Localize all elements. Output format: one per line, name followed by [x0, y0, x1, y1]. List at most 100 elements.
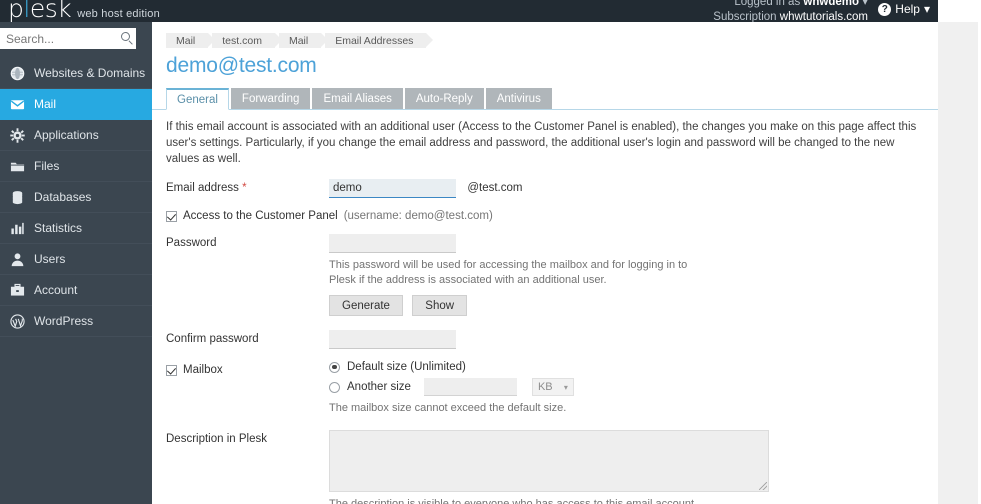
access-panel-row[interactable]: Access to the Customer Panel (username: … — [166, 210, 938, 222]
email-address-field-group: @test.com — [329, 179, 938, 198]
description-field-group: The description is visible to everyone w… — [329, 430, 938, 504]
breadcrumb: Mail test.com Mail Email Addresses — [152, 22, 938, 48]
tab-general[interactable]: General — [166, 88, 229, 110]
description-textarea[interactable] — [329, 430, 769, 492]
info-text: If this email account is associated with… — [152, 110, 938, 167]
password-buttons: Generate Show — [329, 295, 938, 316]
description-label: Description in Plesk — [166, 430, 329, 445]
sidebar-item-label: WordPress — [34, 314, 93, 328]
search-icon — [121, 32, 130, 41]
gear-icon — [10, 128, 25, 143]
email-address-label: Email address * — [166, 179, 329, 194]
tab-auto-reply[interactable]: Auto-Reply — [405, 88, 484, 109]
confirm-password-input[interactable] — [329, 330, 456, 349]
sidebar-item-label: Files — [34, 159, 59, 173]
help-label: Help — [895, 2, 920, 16]
help-icon: ? — [878, 3, 891, 16]
tab-antivirus[interactable]: Antivirus — [486, 88, 552, 109]
tab-email-aliases[interactable]: Email Aliases — [312, 88, 402, 109]
mailbox-label: Mailbox — [183, 364, 223, 376]
password-field-group: This password will be used for accessing… — [329, 234, 938, 316]
confirm-password-field-group — [329, 330, 938, 349]
logo-subtitle: web host edition — [77, 8, 160, 20]
sidebar-item-users[interactable]: Users — [0, 244, 152, 275]
mailbox-row: Mailbox Default size (Unlimited) Another… — [166, 361, 938, 416]
logo-text: plesk — [8, 0, 71, 23]
mailbox-checkbox[interactable] — [166, 365, 177, 376]
access-panel-checkbox[interactable] — [166, 211, 177, 222]
wordpress-icon — [10, 314, 25, 329]
sidebar-item-label: Mail — [34, 97, 56, 111]
sidebar-item-statistics[interactable]: Statistics — [0, 213, 152, 244]
description-row: Description in Plesk The description is … — [166, 430, 938, 504]
another-size-label: Another size — [347, 381, 411, 393]
sidebar-item-label: Websites & Domains — [34, 66, 145, 80]
confirm-password-label: Confirm password — [166, 330, 329, 345]
mailbox-hint: The mailbox size cannot exceed the defau… — [329, 401, 709, 416]
breadcrumb-item-domain[interactable]: test.com — [212, 33, 275, 48]
breadcrumb-item-mail[interactable]: Mail — [166, 33, 208, 48]
size-unit-value: KB — [538, 381, 553, 393]
access-panel-username: (username: demo@test.com) — [344, 210, 493, 222]
default-size-radio[interactable] — [329, 362, 340, 373]
briefcase-icon — [10, 283, 25, 298]
right-gutter — [938, 22, 978, 504]
sidebar: Websites & Domains Mail Applications Fil… — [0, 22, 152, 504]
breadcrumb-item-email-addresses[interactable]: Email Addresses — [325, 33, 426, 48]
email-settings-form: Email address * @test.com Access to the … — [152, 167, 938, 504]
password-row: Password This password will be used for … — [166, 234, 938, 316]
sidebar-item-websites-domains[interactable]: Websites & Domains — [0, 58, 152, 89]
tab-bar: General Forwarding Email Aliases Auto-Re… — [152, 88, 938, 110]
database-icon — [10, 190, 25, 205]
sidebar-item-label: Users — [34, 252, 65, 266]
chevron-down-icon: ▾ — [564, 383, 568, 392]
email-address-row: Email address * @test.com — [166, 179, 938, 198]
access-panel-label: Access to the Customer Panel — [183, 210, 338, 222]
generate-password-button[interactable]: Generate — [329, 295, 403, 316]
sidebar-item-files[interactable]: Files — [0, 151, 152, 182]
another-size-input[interactable] — [424, 378, 517, 396]
default-size-label: Default size (Unlimited) — [347, 361, 466, 373]
password-input[interactable] — [329, 234, 456, 253]
breadcrumb-item-mail-2[interactable]: Mail — [279, 33, 321, 48]
user-menu-caret-icon[interactable]: ▾ — [862, 0, 868, 8]
sidebar-item-label: Account — [34, 283, 77, 297]
plesk-logo[interactable]: plesk web host edition — [8, 0, 160, 23]
description-hint: The description is visible to everyone w… — [329, 497, 709, 504]
sidebar-item-wordpress[interactable]: WordPress — [0, 306, 152, 337]
mailbox-size-group: Default size (Unlimited) Another size KB… — [329, 361, 938, 416]
sidebar-item-mail[interactable]: Mail — [0, 89, 152, 120]
sidebar-item-account[interactable]: Account — [0, 275, 152, 306]
size-unit-select[interactable]: KB ▾ — [532, 378, 574, 396]
sidebar-item-label: Statistics — [34, 221, 82, 235]
mailbox-size-default-option[interactable]: Default size (Unlimited) — [329, 361, 938, 373]
bar-chart-icon — [10, 221, 25, 236]
search-input[interactable] — [0, 32, 136, 46]
logged-in-line[interactable]: Logged in as whwdemo ▾ — [713, 0, 868, 10]
main-content: Mail test.com Mail Email Addresses demo@… — [152, 22, 938, 504]
help-menu[interactable]: ? Help ▾ — [878, 2, 930, 16]
mailbox-size-another-option[interactable]: Another size KB ▾ — [329, 378, 938, 396]
tab-forwarding[interactable]: Forwarding — [231, 88, 311, 109]
confirm-password-row: Confirm password — [166, 330, 938, 349]
user-icon — [10, 252, 25, 267]
another-size-radio[interactable] — [329, 382, 340, 393]
email-address-input[interactable] — [329, 179, 456, 198]
password-label: Password — [166, 234, 329, 249]
sidebar-item-label: Applications — [34, 128, 99, 142]
required-asterisk: * — [242, 182, 246, 194]
resize-handle-icon[interactable] — [759, 482, 767, 490]
top-header-bar: plesk web host edition Logged in as whwd… — [0, 0, 938, 22]
logged-in-label: Logged in as — [734, 0, 800, 8]
email-address-label-text: Email address — [166, 182, 239, 194]
mailbox-checkbox-line[interactable]: Mailbox — [166, 364, 329, 376]
email-domain-suffix: @test.com — [467, 182, 522, 194]
password-hint: This password will be used for accessing… — [329, 258, 709, 288]
globe-icon — [10, 66, 25, 81]
search-row — [0, 22, 152, 55]
sidebar-item-applications[interactable]: Applications — [0, 120, 152, 151]
sidebar-item-databases[interactable]: Databases — [0, 182, 152, 213]
plesk-app-window: plesk web host edition Logged in as whwd… — [0, 0, 981, 504]
search-box[interactable] — [0, 28, 136, 49]
show-password-button[interactable]: Show — [412, 295, 467, 316]
